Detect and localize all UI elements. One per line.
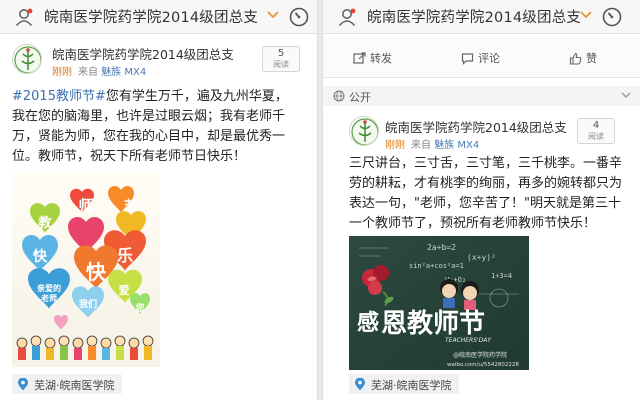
gauge-icon[interactable] (288, 6, 310, 28)
post-meta: 刚刚 来自 魅族 MX4 (52, 63, 146, 78)
watermark: @皖南医学院药学院 (453, 351, 507, 359)
user-profile-icon[interactable] (337, 7, 357, 27)
post-image[interactable]: 2a+b=2 (x+y)² sin²a+cos²a=1 1+3=4 H₂+O₂ (349, 236, 529, 370)
gauge-icon[interactable] (601, 6, 623, 28)
image-char: 教 (37, 215, 52, 231)
view-count-badge: 5 阅读 (262, 46, 300, 72)
image-title: 恩教师节 (381, 309, 485, 339)
teachers-day-hearts-illustration: 师 节 教 快 快 乐 亲爱的 老师 我们 爱 您 (12, 171, 160, 367)
comment-label: 评论 (478, 52, 500, 65)
formula: 1+3=4 (491, 272, 512, 280)
visibility-label: 公开 (349, 91, 371, 104)
hashtag-link[interactable]: #2015教师节# (12, 89, 106, 104)
view-count: 4 (592, 120, 600, 131)
like-button[interactable]: 赞 (569, 50, 597, 66)
watermark-url: weibo.com/u/5542802228 (447, 362, 519, 368)
image-char: 快 (86, 260, 107, 284)
account-name[interactable]: 皖南医学院药学院2014级团总支 (52, 44, 234, 63)
post-line: 一个教师节了，预祝所有老师教师节快乐！ (349, 216, 597, 231)
image-char: 乐 (117, 246, 133, 265)
page-title[interactable]: 皖南医学院药学院2014级团总支 (367, 6, 581, 27)
image-subtitle: TEACHERS'DAY (445, 337, 492, 344)
repost-label: 转发 (370, 52, 392, 65)
image-char: 我们 (79, 298, 97, 310)
post-line: 劳的耕耘，才有桃李的绚丽，再多的婉转都只为 (349, 176, 623, 191)
view-label: 阅读 (273, 60, 289, 69)
image-char: 师 (78, 197, 93, 215)
post-meta: 刚刚 来自 魅族 MX4 (385, 136, 479, 151)
logo-icon (14, 46, 41, 73)
device-name[interactable]: 魅族 MX4 (101, 67, 146, 78)
right-header: 皖南医学院药学院2014级团总支 (323, 0, 640, 34)
post-text: #2015教师节#您有学生万千，遍及九州华夏， 我在您的脑海里，也许是过眼云烟；… (12, 87, 312, 167)
left-header: 皖南医学院药学院2014级团总支 (0, 0, 317, 34)
view-count-badge: 4 阅读 (577, 118, 615, 144)
post-image[interactable]: 师 节 教 快 快 乐 亲爱的 老师 我们 爱 您 (12, 171, 160, 367)
image-char: 快 (33, 248, 48, 265)
image-char: 您 (135, 302, 144, 314)
right-screen: 皖南医学院药学院2014级团总支 转发 评论 赞 公开 皖南医学院药学院2014… (322, 0, 640, 400)
visibility-bar[interactable]: 公开 (323, 86, 640, 106)
globe-icon (333, 90, 345, 102)
location-label: 芜湖·皖南医学院 (371, 379, 452, 392)
post-time: 刚刚 (52, 67, 72, 78)
avatar[interactable] (349, 116, 379, 146)
location-pin-icon (18, 378, 28, 391)
post-text: 三尺讲台，三寸舌，三寸笔，三千桃李。一番辛 劳的耕耘，才有桃李的绚丽，再多的婉转… (349, 154, 639, 234)
formula: (x+y)² (467, 253, 496, 262)
comment-button[interactable]: 评论 (461, 50, 500, 66)
teachers-day-chalkboard-illustration: 2a+b=2 (x+y)² sin²a+cos²a=1 1+3=4 H₂+O₂ (349, 236, 529, 370)
avatar[interactable] (12, 44, 42, 74)
formula: 2a+b=2 (427, 243, 456, 252)
left-screen: 皖南医学院药学院2014级团总支 皖南医学院药学院2014级团总支 刚刚 来自 魅… (0, 0, 318, 400)
view-count: 5 (277, 48, 285, 59)
location-label: 芜湖·皖南医学院 (34, 379, 115, 392)
via-label: 来自 (411, 140, 431, 151)
view-label: 阅读 (588, 132, 604, 141)
image-char: 亲爱的 (37, 283, 61, 293)
location-pin-icon (355, 378, 365, 391)
post-line: 位。教师节，祝天下所有老师节日快乐！ (12, 149, 247, 164)
post-time: 刚刚 (385, 140, 405, 151)
image-char: 爱 (119, 284, 130, 297)
chevron-down-icon[interactable] (579, 10, 593, 20)
action-bar: 转发 评论 赞 (323, 38, 640, 78)
user-profile-icon[interactable] (14, 7, 34, 27)
location-tag[interactable]: 芜湖·皖南医学院 (349, 374, 459, 394)
like-label: 赞 (586, 52, 597, 65)
image-title-gan: 感 (357, 310, 379, 336)
thumbs-up-icon (569, 52, 582, 65)
repost-button[interactable]: 转发 (353, 50, 392, 66)
page-title[interactable]: 皖南医学院药学院2014级团总支 (44, 6, 258, 27)
account-name[interactable]: 皖南医学院药学院2014级团总支 (385, 117, 567, 136)
device-name[interactable]: 魅族 MX4 (434, 140, 479, 151)
post-line: 万，贤能为师，您在我的心目中，却是最优秀一 (12, 129, 286, 144)
comment-icon (461, 53, 474, 65)
image-char: 节 (124, 198, 138, 215)
chevron-down-icon[interactable] (620, 91, 632, 100)
formula: sin²a+cos²a=1 (409, 262, 464, 270)
via-label: 来自 (78, 67, 98, 78)
location-tag[interactable]: 芜湖·皖南医学院 (12, 374, 122, 394)
chevron-down-icon[interactable] (266, 10, 280, 20)
image-char: 老师 (40, 293, 57, 303)
post-line: 表达一句，"老师，您辛苦了！"明天就是第三十 (349, 196, 621, 211)
logo-icon (351, 118, 378, 145)
post-line: #2015教师节#您有学生万千，遍及九州华夏， (12, 89, 288, 104)
post-line: 我在您的脑海里，也许是过眼云烟；我有老师千 (12, 109, 286, 124)
post-line: 三尺讲台，三寸舌，三寸笔，三千桃李。一番辛 (349, 156, 623, 171)
repost-icon (353, 52, 366, 64)
